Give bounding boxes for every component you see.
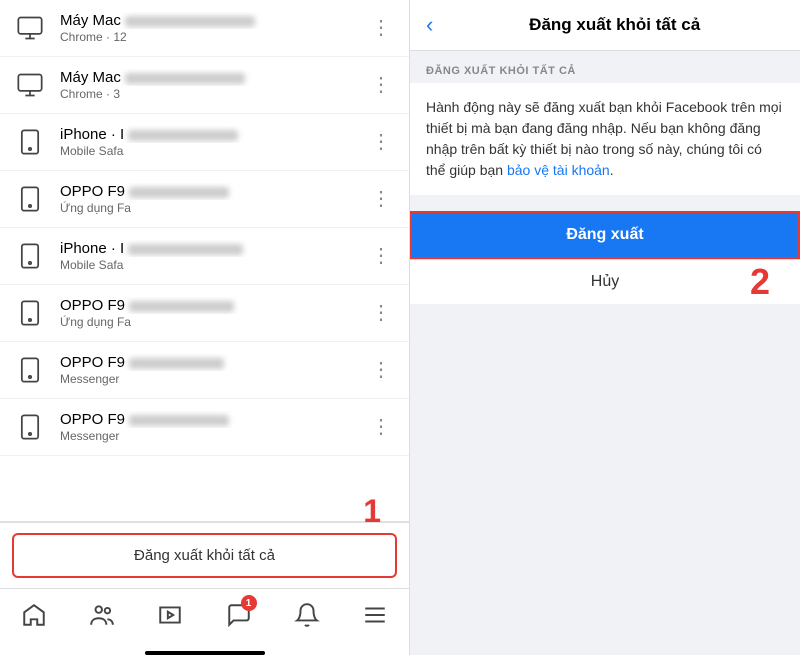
action-buttons: Đăng xuất Hủy 2 <box>410 211 800 304</box>
more-button[interactable]: ⋮ <box>365 242 397 270</box>
annotation-1: 1 <box>363 493 381 530</box>
more-button[interactable]: ⋮ <box>365 299 397 327</box>
device-name: OPPO F9 <box>60 411 353 428</box>
phone-icon <box>12 238 48 274</box>
description-end: . <box>610 162 614 178</box>
protect-account-link[interactable]: bảo vệ tài khoản <box>507 162 610 178</box>
home-indicator <box>145 651 265 655</box>
phone-icon <box>12 295 48 331</box>
nav-notifications[interactable] <box>287 597 327 633</box>
annotation-2: 2 <box>750 261 770 303</box>
device-list: Máy Mac Chrome · 12 ⋮ Máy Mac Chrome · 3… <box>0 0 409 521</box>
right-content: ĐĂNG XUẤT KHỎI TẤT CẢ Hành động này sẽ đ… <box>410 51 800 655</box>
right-title: Đăng xuất khỏi tất cả <box>445 15 784 35</box>
device-sub: Chrome · 3 <box>60 87 353 101</box>
nav-home[interactable] <box>14 597 54 633</box>
more-button[interactable]: ⋮ <box>365 71 397 99</box>
cancel-button[interactable]: Hủy <box>410 259 800 304</box>
desktop-icon <box>12 10 48 46</box>
device-sub: Messenger <box>60 372 353 386</box>
nav-friends[interactable] <box>82 597 122 633</box>
device-item[interactable]: OPPO F9 Messenger ⋮ <box>0 342 409 399</box>
logout-all-button[interactable]: Đăng xuất khỏi tất cả <box>12 533 397 578</box>
device-name: iPhone · I <box>60 240 353 257</box>
device-info: OPPO F9 Messenger <box>60 354 353 386</box>
device-sub: Ứng dụng Fa <box>60 201 353 215</box>
nav-menu[interactable] <box>355 597 395 633</box>
right-panel: ‹ Đăng xuất khỏi tất cả ĐĂNG XUẤT KHỎI T… <box>410 0 800 655</box>
bottom-nav: 1 <box>0 588 409 647</box>
device-item[interactable]: Máy Mac Chrome · 12 ⋮ <box>0 0 409 57</box>
device-item[interactable]: OPPO F9 Messenger ⋮ <box>0 399 409 456</box>
device-item[interactable]: OPPO F9 Ứng dụng Fa ⋮ <box>0 171 409 228</box>
device-info: iPhone · I Mobile Safa <box>60 240 353 272</box>
device-name: OPPO F9 <box>60 354 353 371</box>
device-name: OPPO F9 <box>60 297 353 314</box>
right-header: ‹ Đăng xuất khỏi tất cả <box>410 0 800 51</box>
phone-icon <box>12 352 48 388</box>
device-info: OPPO F9 Messenger <box>60 411 353 443</box>
device-sub: Chrome · 12 <box>60 30 353 44</box>
phone-icon <box>12 409 48 445</box>
device-item[interactable]: iPhone · I Mobile Safa ⋮ <box>0 114 409 171</box>
more-button[interactable]: ⋮ <box>365 128 397 156</box>
more-button[interactable]: ⋮ <box>365 413 397 441</box>
phone-icon <box>12 181 48 217</box>
description-box: Hành động này sẽ đăng xuất bạn khỏi Face… <box>410 83 800 195</box>
device-name: Máy Mac <box>60 69 353 86</box>
device-item[interactable]: iPhone · I Mobile Safa ⋮ <box>0 228 409 285</box>
device-name: Máy Mac <box>60 12 353 29</box>
device-sub: Mobile Safa <box>60 144 353 158</box>
section-label: ĐĂNG XUẤT KHỎI TẤT CẢ <box>410 51 800 83</box>
more-button[interactable]: ⋮ <box>365 14 397 42</box>
device-sub: Ứng dụng Fa <box>60 315 353 329</box>
device-name: OPPO F9 <box>60 183 353 200</box>
device-info: iPhone · I Mobile Safa <box>60 126 353 158</box>
desktop-icon <box>12 67 48 103</box>
device-info: Máy Mac Chrome · 12 <box>60 12 353 44</box>
left-panel: Máy Mac Chrome · 12 ⋮ Máy Mac Chrome · 3… <box>0 0 410 655</box>
nav-watch[interactable] <box>150 597 190 633</box>
device-item[interactable]: OPPO F9 Ứng dụng Fa ⋮ <box>0 285 409 342</box>
more-button[interactable]: ⋮ <box>365 185 397 213</box>
more-button[interactable]: ⋮ <box>365 356 397 384</box>
device-sub: Messenger <box>60 429 353 443</box>
confirm-logout-button[interactable]: Đăng xuất <box>410 211 800 259</box>
back-button[interactable]: ‹ <box>426 12 433 38</box>
device-info: OPPO F9 Ứng dụng Fa <box>60 183 353 215</box>
device-info: OPPO F9 Ứng dụng Fa <box>60 297 353 329</box>
message-badge: 1 <box>241 595 257 611</box>
logout-all-container: 1 Đăng xuất khỏi tất cả <box>0 521 409 588</box>
device-name: iPhone · I <box>60 126 353 143</box>
nav-messages[interactable]: 1 <box>219 597 259 633</box>
device-sub: Mobile Safa <box>60 258 353 272</box>
device-info: Máy Mac Chrome · 3 <box>60 69 353 101</box>
phone-icon <box>12 124 48 160</box>
device-item[interactable]: Máy Mac Chrome · 3 ⋮ <box>0 57 409 114</box>
